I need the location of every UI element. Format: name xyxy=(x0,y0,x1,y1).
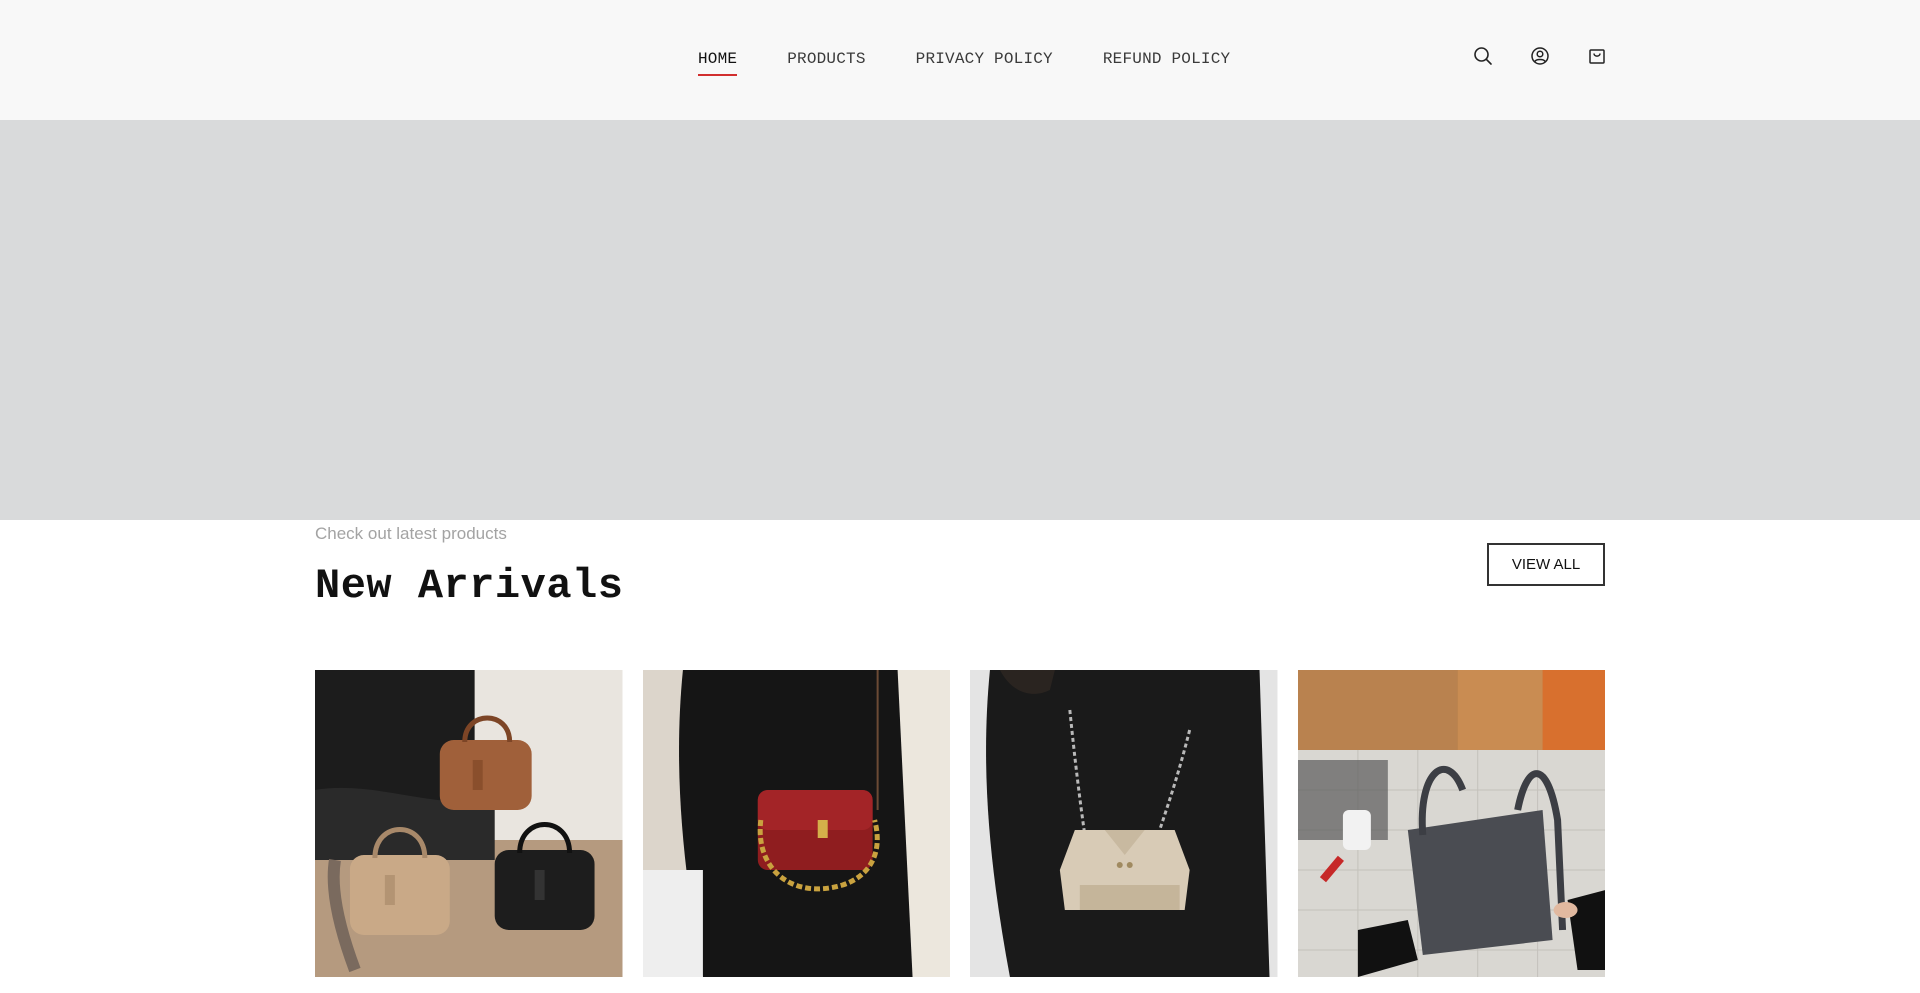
cart-icon[interactable] xyxy=(1586,45,1608,67)
site-header: HOME PRODUCTS PRIVACY POLICY REFUND POLI… xyxy=(0,0,1920,120)
product-image xyxy=(642,670,950,977)
product-image xyxy=(970,670,1278,977)
product-card[interactable] xyxy=(315,670,623,977)
hero-banner xyxy=(0,120,1920,520)
product-image xyxy=(315,670,623,977)
section-title: New Arrivals xyxy=(315,562,624,610)
section-eyebrow: Check out latest products xyxy=(315,524,507,543)
header-actions xyxy=(1472,45,1608,67)
view-all-button[interactable]: VIEW ALL xyxy=(1487,543,1605,586)
search-icon[interactable] xyxy=(1472,45,1494,67)
product-card[interactable] xyxy=(642,670,950,977)
nav-privacy-policy[interactable]: PRIVACY POLICY xyxy=(916,44,1053,76)
nav-home[interactable]: HOME xyxy=(698,44,738,76)
main-nav: HOME PRODUCTS PRIVACY POLICY REFUND POLI… xyxy=(698,0,1280,120)
account-icon[interactable] xyxy=(1529,45,1551,67)
product-card[interactable] xyxy=(970,670,1278,977)
product-card[interactable] xyxy=(1297,670,1605,977)
nav-refund-policy[interactable]: REFUND POLICY xyxy=(1103,44,1230,76)
product-image xyxy=(1297,670,1605,977)
product-grid xyxy=(315,670,1605,977)
nav-products[interactable]: PRODUCTS xyxy=(787,44,865,76)
